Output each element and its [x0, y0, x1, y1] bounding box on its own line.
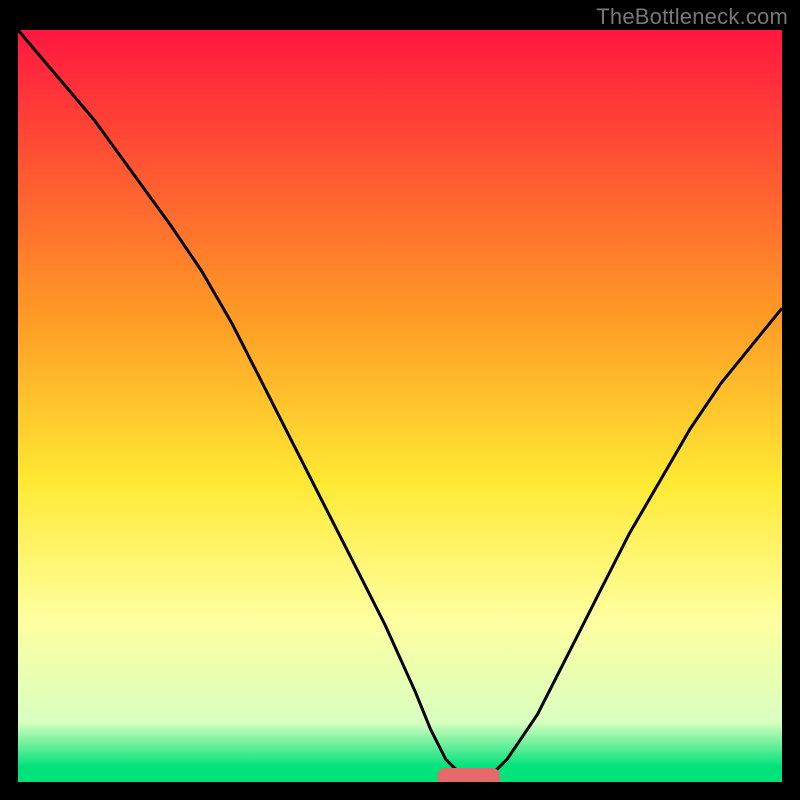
optimal-range-marker: [438, 769, 499, 783]
gradient-background: [18, 30, 782, 782]
watermark-text: TheBottleneck.com: [596, 4, 788, 30]
plot-svg: [18, 30, 782, 782]
plot-area: [18, 30, 782, 782]
chart-frame: TheBottleneck.com: [0, 0, 800, 800]
